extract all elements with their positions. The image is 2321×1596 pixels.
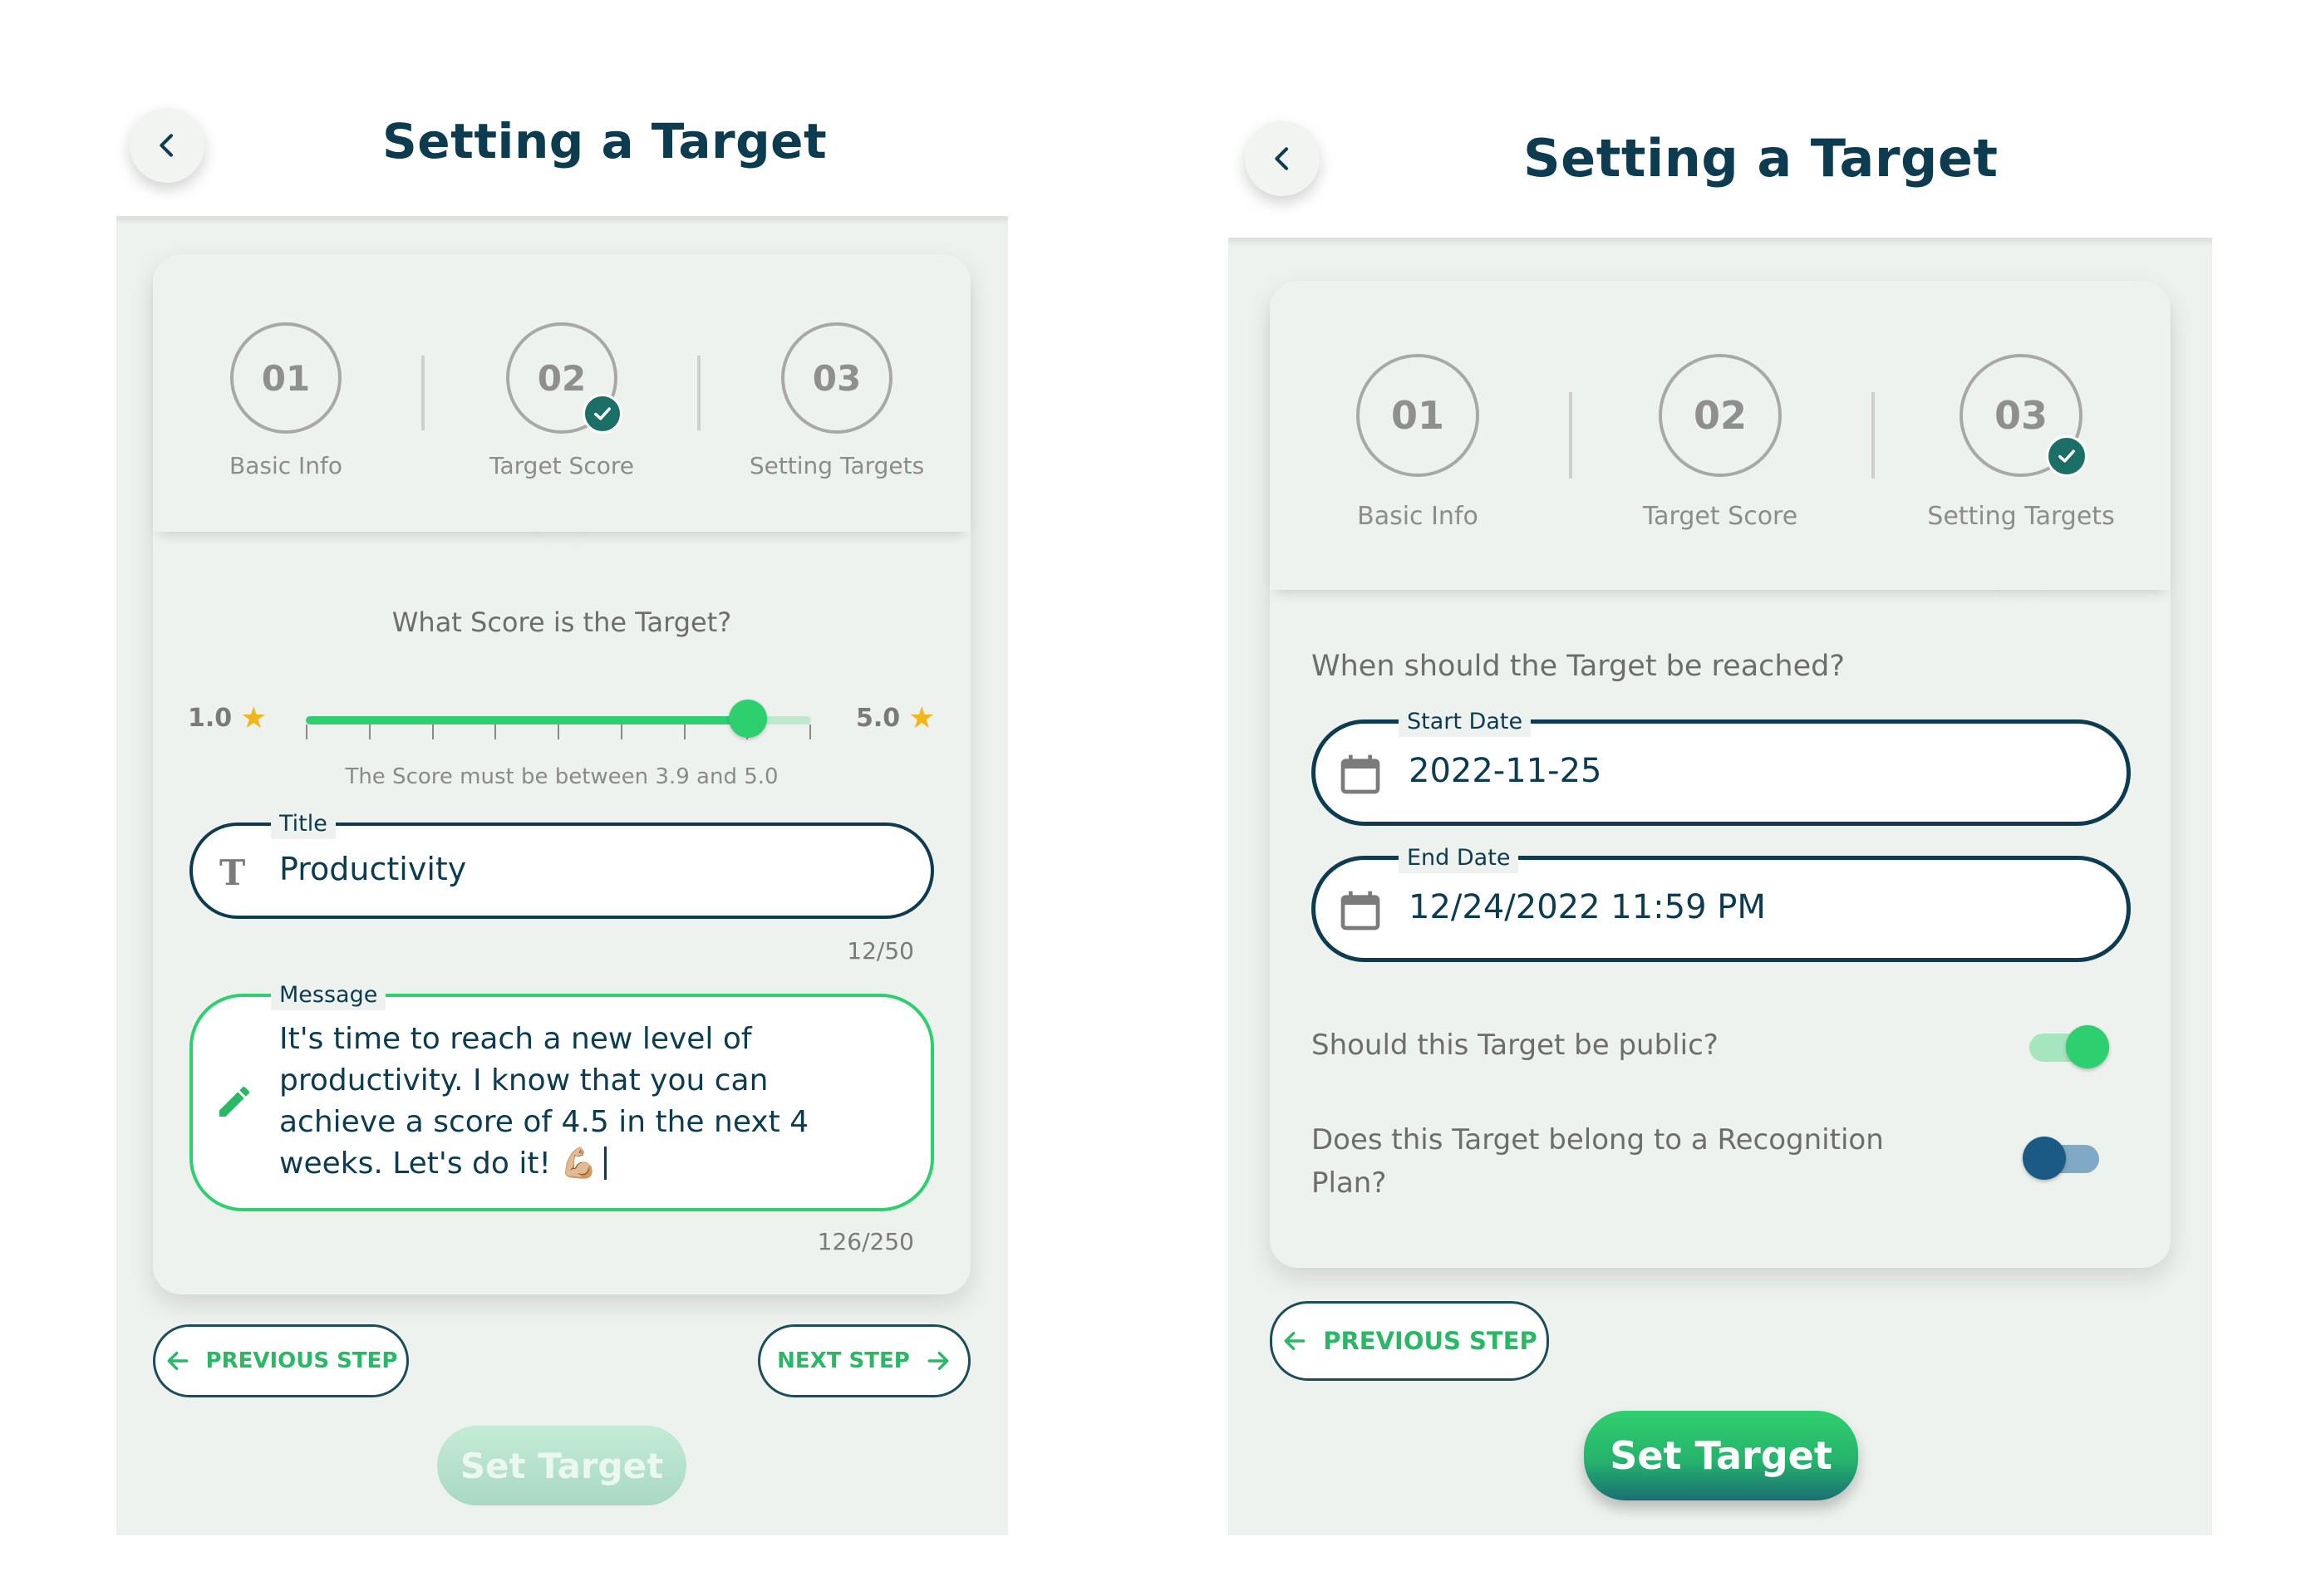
slider-tick — [494, 724, 497, 739]
step-basic-info[interactable]: 01 Basic Info — [229, 322, 343, 479]
text-format-icon: T — [219, 852, 246, 893]
set-target-button[interactable]: Set Target — [1584, 1411, 1858, 1500]
back-button[interactable] — [130, 108, 204, 183]
app-bar: Setting a Target — [116, 0, 1008, 216]
end-date-legend: End Date — [1399, 843, 1519, 873]
slider-tick — [620, 724, 622, 739]
calendar-icon — [1337, 750, 1384, 802]
slider-max-label: 5.0 — [856, 704, 901, 733]
step-label: Target Score — [489, 452, 634, 479]
public-toggle[interactable] — [2029, 1025, 2109, 1068]
title-counter: 12/50 — [847, 937, 914, 965]
stepper: 01 Basic Info 02 Target Score 03 Setting… — [153, 254, 971, 532]
slider-min-label: 1.0 — [188, 704, 233, 733]
step-number: 01 — [1356, 354, 1479, 477]
step-target-score[interactable]: 02 Target Score — [489, 322, 634, 479]
end-date-value: 12/24/2022 11:59 PM — [1409, 888, 1766, 926]
screen-target-score: Setting a Target 01 Basic Info 02 Target… — [116, 0, 1008, 1535]
app-bar: Setting a Target — [1228, 0, 2212, 238]
toggle-thumb — [2066, 1025, 2109, 1068]
score-slider[interactable] — [306, 700, 811, 739]
calendar-icon — [1337, 886, 1384, 938]
toggle-thumb — [2023, 1137, 2066, 1180]
start-date-legend: Start Date — [1399, 707, 1532, 737]
star-icon: ★ — [240, 701, 268, 735]
chevron-left-icon — [160, 134, 173, 157]
slider-tick — [306, 724, 307, 739]
form-card: 01 Basic Info 02 Target Score 03 Setting… — [153, 254, 971, 1294]
step-setting-targets[interactable]: 03 Setting Targets — [750, 322, 924, 479]
page-title: Setting a Target — [382, 113, 828, 169]
slider-tick — [368, 724, 371, 739]
step-label: Basic Info — [229, 452, 343, 479]
check-icon — [2046, 435, 2087, 477]
step-basic-info[interactable]: 01 Basic Info — [1356, 354, 1479, 531]
step-number: 03 — [781, 322, 893, 434]
slider-max: 5.0 ★ — [856, 701, 935, 735]
score-question: What Score is the Target? — [391, 606, 732, 638]
title-field-legend: Title — [271, 809, 336, 839]
slider-min: 1.0 ★ — [188, 701, 267, 735]
arrow-left-icon — [1284, 1331, 1306, 1351]
message-field-legend: Message — [271, 980, 386, 1010]
slider-tick — [431, 724, 434, 739]
slider-thumb[interactable] — [729, 700, 767, 738]
slider-tick — [683, 724, 686, 739]
previous-step-button[interactable]: PREVIOUS STEP — [1270, 1301, 1549, 1381]
check-icon — [583, 394, 622, 434]
public-toggle-label: Should this Target be public? — [1311, 1029, 1719, 1062]
step-setting-targets[interactable]: 03 Setting Targets — [1927, 354, 2115, 531]
next-step-label: NEXT STEP — [777, 1348, 910, 1373]
step-label: Target Score — [1642, 502, 1798, 531]
slider-tick — [558, 724, 559, 739]
screen-setting-targets: Setting a Target 01 Basic Info 02 Target… — [1228, 0, 2212, 1535]
set-target-button[interactable]: Set Target — [437, 1426, 686, 1505]
previous-step-button[interactable]: PREVIOUS STEP — [153, 1324, 409, 1397]
start-date-field[interactable]: Start Date 2022-11-25 — [1311, 707, 2131, 826]
score-helper-text: The Score must be between 3.9 and 5.0 — [345, 764, 779, 789]
step-label: Setting Targets — [1927, 502, 2115, 531]
next-step-button[interactable]: NEXT STEP — [758, 1324, 971, 1397]
message-field[interactable]: Message It's time to reach a new level o… — [189, 980, 934, 1211]
step-number: 03 — [1994, 393, 2048, 438]
star-icon: ★ — [908, 701, 936, 735]
pencil-icon — [214, 1082, 254, 1125]
slider-fill — [306, 716, 748, 724]
step-number: 02 — [537, 357, 587, 399]
date-question: When should the Target be reached? — [1311, 650, 1845, 683]
step-divider — [1871, 392, 1875, 479]
recognition-toggle-label: Does this Target belong to a Recognition… — [1311, 1123, 1884, 1200]
step-label: Setting Targets — [749, 452, 925, 479]
previous-step-label: PREVIOUS STEP — [205, 1348, 398, 1373]
step-target-score[interactable]: 02 Target Score — [1643, 354, 1797, 531]
page-title: Setting a Target — [1523, 128, 1999, 189]
step-number: 01 — [230, 322, 342, 434]
stepper: 01 Basic Info 02 Target Score 03 Setting… — [1270, 281, 2171, 590]
chevron-left-icon — [1275, 147, 1288, 170]
step-label: Basic Info — [1357, 502, 1478, 531]
back-button[interactable] — [1245, 121, 1320, 196]
message-counter: 126/250 — [817, 1228, 914, 1255]
step-number: 02 — [1659, 354, 1782, 477]
step-circle: 02 — [506, 322, 622, 434]
title-field[interactable]: Title T Productivity — [189, 809, 934, 919]
step-circle: 03 — [1960, 354, 2087, 477]
step-divider — [1569, 392, 1572, 479]
message-field-value: It's time to reach a new level of produc… — [279, 1022, 809, 1181]
slider-tick — [809, 724, 811, 739]
arrow-left-icon — [167, 1351, 188, 1371]
form-card: 01 Basic Info 02 Target Score 03 Setting… — [1270, 281, 2171, 1268]
step-divider — [421, 356, 425, 430]
title-field-value: Productivity — [279, 851, 467, 887]
step-divider — [697, 356, 701, 430]
end-date-field[interactable]: End Date 12/24/2022 11:59 PM — [1311, 843, 2131, 962]
recognition-toggle[interactable] — [2023, 1137, 2106, 1180]
text-caret — [604, 1147, 607, 1180]
previous-step-label: PREVIOUS STEP — [1323, 1327, 1537, 1355]
arrow-right-icon — [927, 1351, 949, 1371]
start-date-value: 2022-11-25 — [1409, 752, 1602, 790]
